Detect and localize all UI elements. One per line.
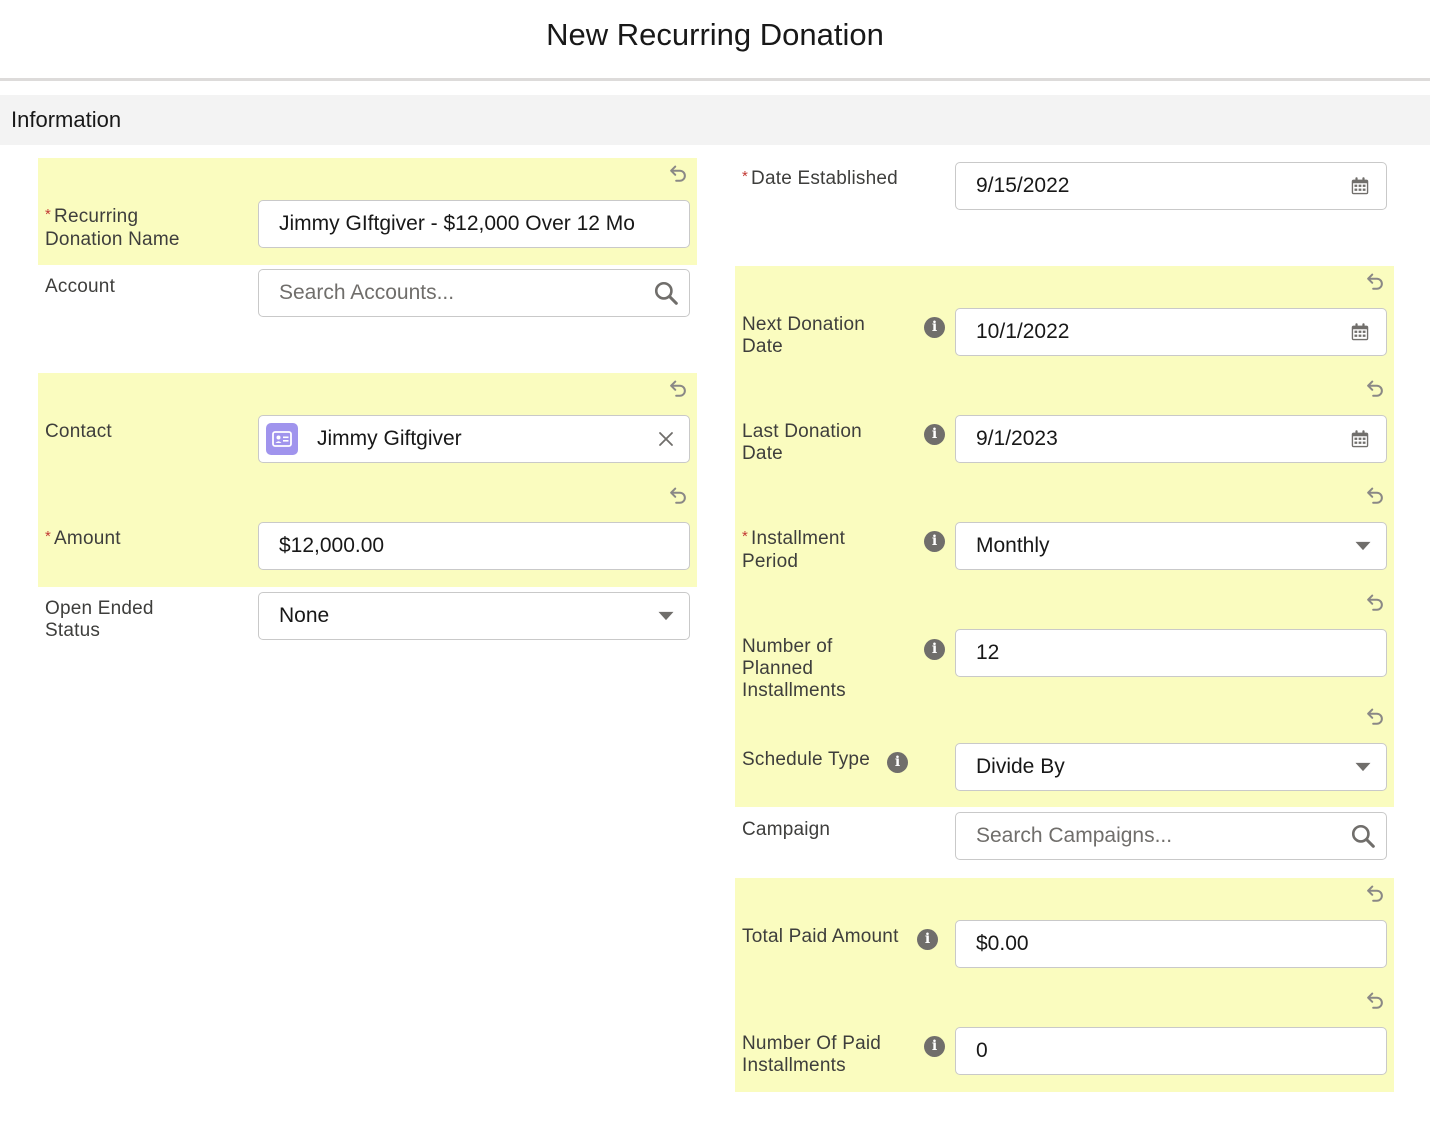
section-header-information[interactable]: Information (0, 95, 1430, 145)
installment-period-label: * Installment Period (742, 528, 846, 572)
date-established-input[interactable]: 9/15/2022 (955, 162, 1387, 210)
last-donation-date-label: Last Donation Date (742, 421, 862, 464)
contact-lookup-input[interactable]: Jimmy Giftgiver (258, 415, 690, 463)
last-donation-date-value: 9/1/2023 (976, 427, 1058, 450)
info-icon[interactable]: i (924, 531, 945, 552)
number-of-planned-installments-value: 12 (976, 641, 1000, 664)
recurring-donation-name-label: * Recurring Donation Name (45, 206, 180, 250)
total-paid-amount-label: Total Paid Amount (742, 926, 899, 947)
page-title: New Recurring Donation (546, 17, 884, 52)
title-divider (0, 78, 1430, 81)
installment-period-value: Monthly (976, 534, 1050, 557)
search-icon[interactable] (1348, 813, 1378, 859)
undo-icon[interactable] (667, 162, 689, 184)
info-icon[interactable]: i (917, 929, 938, 950)
amount-input[interactable]: $12,000.00 (258, 522, 690, 570)
campaign-search-placeholder: Search Campaigns... (976, 824, 1173, 847)
chevron-down-icon[interactable] (655, 593, 677, 639)
date-established-value: 9/15/2022 (976, 174, 1070, 197)
contact-label: Contact (45, 421, 112, 442)
campaign-label: Campaign (742, 819, 831, 840)
account-search-input[interactable]: Search Accounts... (258, 269, 690, 317)
amount-label: * Amount (45, 528, 121, 549)
date-established-label: * Date Established (742, 168, 898, 189)
open-ended-status-value: None (279, 604, 330, 627)
required-indicator: * (742, 168, 749, 185)
amount-value: $12,000.00 (279, 534, 385, 557)
open-ended-status-select[interactable]: None (258, 592, 690, 640)
campaign-search-input[interactable]: Search Campaigns... (955, 812, 1387, 860)
info-icon[interactable]: i (924, 424, 945, 445)
last-donation-date-input[interactable]: 9/1/2023 (955, 415, 1387, 463)
installment-period-select[interactable]: Monthly (955, 522, 1387, 570)
contact-card-icon (266, 423, 298, 455)
total-paid-amount-input[interactable]: $0.00 (955, 920, 1387, 968)
account-label: Account (45, 276, 116, 297)
total-paid-amount-value: $0.00 (976, 932, 1029, 955)
schedule-type-select[interactable]: Divide By (955, 743, 1387, 791)
next-donation-date-input[interactable]: 10/1/2022 (955, 308, 1387, 356)
required-indicator: * (45, 528, 52, 545)
undo-icon[interactable] (1364, 270, 1386, 292)
calendar-icon[interactable] (1348, 163, 1372, 209)
info-icon[interactable]: i (924, 1036, 945, 1057)
section-title: Information (11, 107, 122, 132)
chevron-down-icon[interactable] (1352, 744, 1374, 790)
number-of-paid-installments-value: 0 (976, 1039, 988, 1062)
undo-icon[interactable] (1364, 989, 1386, 1011)
next-donation-date-value: 10/1/2022 (976, 320, 1070, 343)
recurring-donation-name-input[interactable]: Jimmy GIftgiver - $12,000 Over 12 Mo (258, 200, 690, 248)
schedule-type-value: Divide By (976, 755, 1065, 778)
recurring-donation-name-value: Jimmy GIftgiver - $12,000 Over 12 Mo (279, 212, 635, 235)
info-icon[interactable]: i (887, 752, 908, 773)
calendar-icon[interactable] (1348, 309, 1372, 355)
undo-icon[interactable] (1364, 591, 1386, 613)
number-of-paid-installments-label: Number Of Paid Installments (742, 1033, 882, 1076)
undo-icon[interactable] (1364, 705, 1386, 727)
close-icon[interactable] (655, 416, 677, 462)
chevron-down-icon[interactable] (1352, 523, 1374, 569)
account-search-placeholder: Search Accounts... (279, 281, 455, 304)
info-icon[interactable]: i (924, 317, 945, 338)
undo-icon[interactable] (1364, 377, 1386, 399)
open-ended-status-label: Open Ended Status (45, 598, 154, 641)
info-icon[interactable]: i (924, 639, 945, 660)
calendar-icon[interactable] (1348, 416, 1372, 462)
contact-value: Jimmy Giftgiver (317, 427, 462, 450)
schedule-type-label: Schedule Type (742, 749, 870, 770)
search-icon[interactable] (651, 270, 681, 316)
undo-icon[interactable] (1364, 484, 1386, 506)
number-of-paid-installments-input[interactable]: 0 (955, 1027, 1387, 1075)
undo-icon[interactable] (667, 377, 689, 399)
next-donation-date-label: Next Donation Date (742, 314, 866, 357)
undo-icon[interactable] (1364, 882, 1386, 904)
undo-icon[interactable] (667, 484, 689, 506)
required-indicator: * (45, 206, 52, 223)
number-of-planned-installments-label: Number of Planned Installments (742, 636, 846, 701)
required-indicator: * (742, 528, 749, 545)
number-of-planned-installments-input[interactable]: 12 (955, 629, 1387, 677)
